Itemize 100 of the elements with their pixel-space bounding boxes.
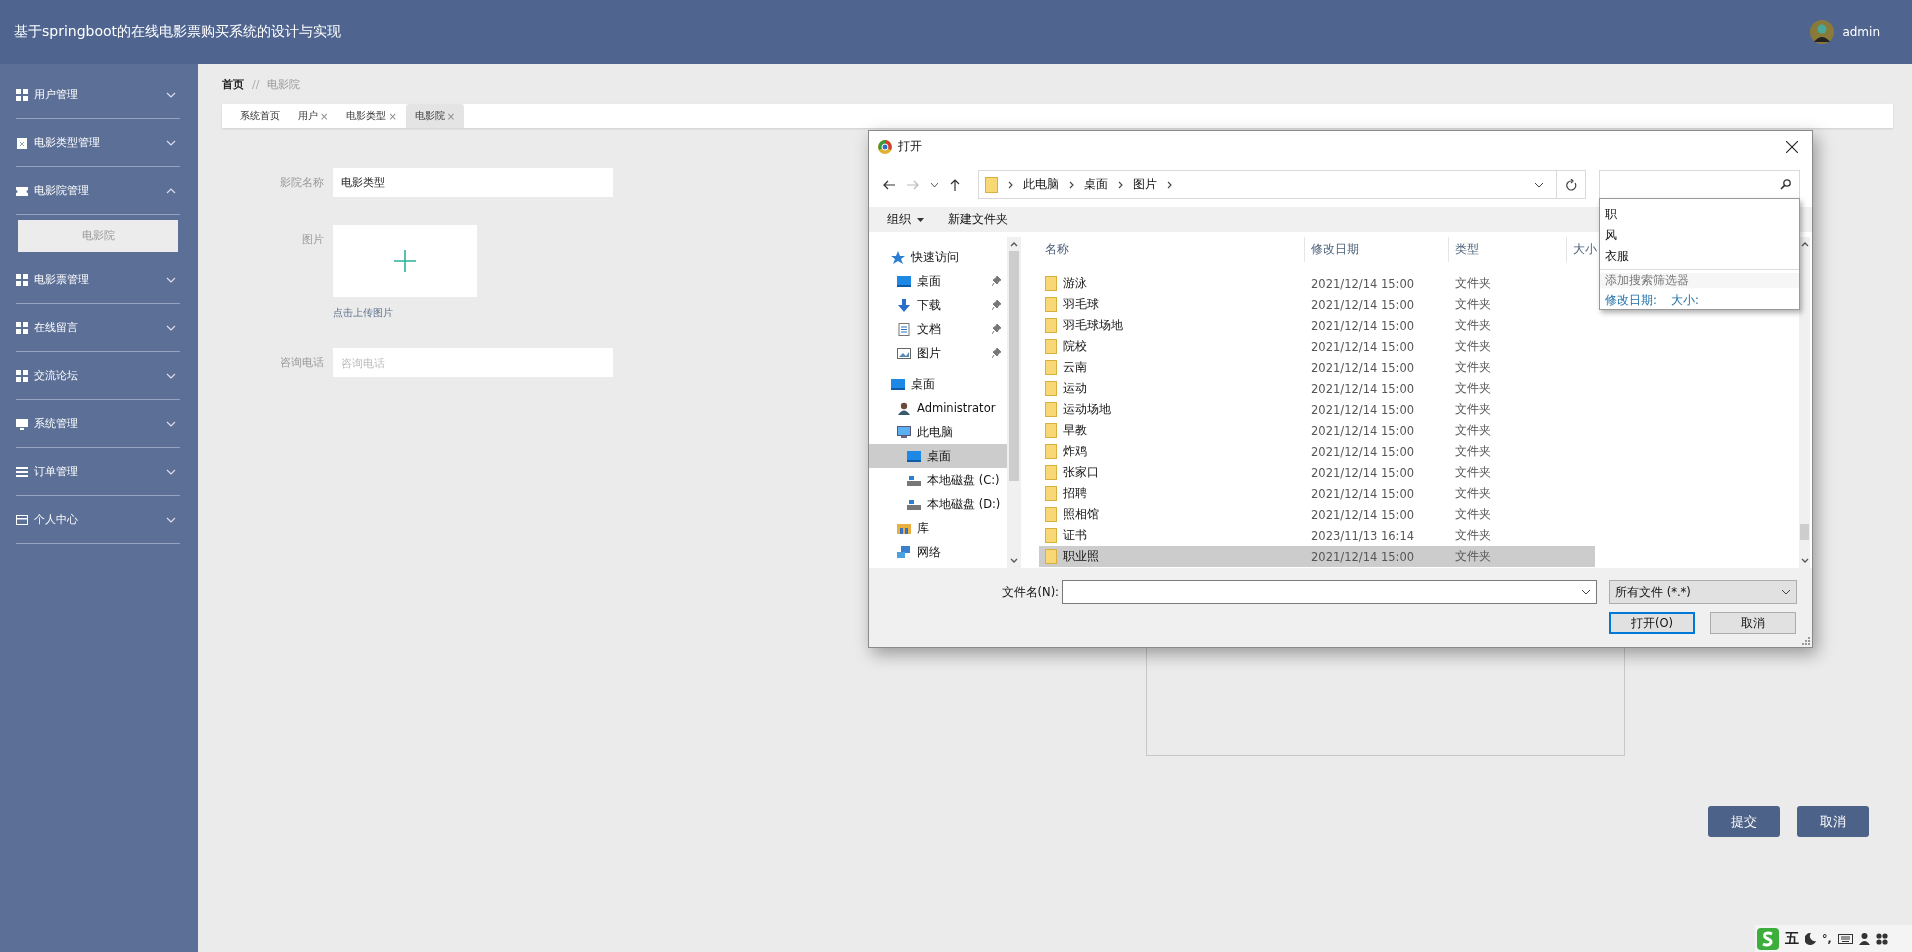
back-icon[interactable] bbox=[883, 179, 895, 190]
column-header[interactable]: 类型 bbox=[1449, 237, 1567, 262]
dropdown-icon[interactable] bbox=[931, 182, 938, 187]
file-row[interactable]: 院校 2021/12/14 15:00 文件夹 bbox=[1039, 336, 1595, 357]
file-type-select[interactable]: 所有文件 (*.*) bbox=[1609, 580, 1797, 604]
close-icon[interactable] bbox=[1786, 140, 1798, 153]
nav-item[interactable]: 本地磁盘 (D:) bbox=[869, 492, 1007, 516]
scroll-up-icon[interactable] bbox=[1800, 242, 1809, 247]
sidebar-item[interactable]: 订单管理 bbox=[16, 448, 180, 496]
column-header[interactable]: 名称 bbox=[1039, 237, 1305, 262]
sidebar-item[interactable]: 在线留言 bbox=[16, 304, 180, 352]
scroll-down-icon[interactable] bbox=[1010, 558, 1018, 563]
filter-link[interactable]: 大小: bbox=[1670, 293, 1699, 308]
cancel-button[interactable]: 取消 bbox=[1710, 612, 1796, 634]
suggestion-item[interactable]: 职 bbox=[1600, 204, 1799, 225]
folder-icon bbox=[1045, 507, 1057, 522]
file-row[interactable]: 运动场地 2021/12/14 15:00 文件夹 bbox=[1039, 399, 1595, 420]
cancel-button[interactable]: 取消 bbox=[1797, 806, 1869, 837]
path-segment[interactable]: 桌面 bbox=[1083, 177, 1108, 192]
nav-item[interactable]: 图片 bbox=[869, 341, 1007, 365]
filter-link[interactable]: 修改日期: bbox=[1605, 293, 1657, 308]
up-icon[interactable] bbox=[950, 178, 960, 191]
avatar-icon[interactable] bbox=[1810, 20, 1835, 44]
nav-item[interactable]: 桌面 bbox=[869, 444, 1007, 468]
folder-icon bbox=[1045, 444, 1057, 459]
dropdown-icon[interactable] bbox=[1534, 181, 1545, 188]
ime-logo-icon[interactable] bbox=[1757, 927, 1779, 950]
file-row[interactable]: 早教 2021/12/14 15:00 文件夹 bbox=[1039, 420, 1595, 441]
file-row[interactable]: 证书 2023/11/13 16:14 文件夹 bbox=[1039, 525, 1595, 546]
filter-heading: 添加搜索筛选器 bbox=[1600, 273, 1799, 288]
chevron-icon[interactable] bbox=[1068, 180, 1074, 189]
chevron-icon[interactable] bbox=[1007, 180, 1013, 189]
tab[interactable]: 系统首页 bbox=[231, 104, 289, 128]
sidebar-item[interactable]: 电影院管理 bbox=[16, 167, 180, 215]
scroll-thumb[interactable] bbox=[1800, 524, 1809, 540]
sidebar-item[interactable]: 系统管理 bbox=[16, 400, 180, 448]
sidebar-item[interactable]: 电影票管理 bbox=[16, 256, 180, 304]
organize-menu[interactable]: 组织 bbox=[887, 212, 924, 227]
menu-icon bbox=[16, 273, 28, 286]
sidebar-item[interactable]: 电影类型管理 bbox=[16, 119, 180, 167]
file-row[interactable]: 照相馆 2021/12/14 15:00 文件夹 bbox=[1039, 504, 1595, 525]
column-header[interactable]: 修改日期 bbox=[1305, 237, 1449, 262]
open-button[interactable]: 打开(O) bbox=[1609, 612, 1695, 634]
folder-icon bbox=[1045, 528, 1057, 543]
chevron-icon bbox=[166, 187, 176, 194]
file-row[interactable]: 招聘 2021/12/14 15:00 文件夹 bbox=[1039, 483, 1595, 504]
tab[interactable]: 用户 × bbox=[289, 104, 338, 128]
chevron-icon[interactable] bbox=[1117, 180, 1123, 189]
nav-item[interactable]: 下载 bbox=[869, 293, 1007, 317]
address-bar[interactable]: 此电脑 桌面 图片 bbox=[977, 170, 1558, 199]
tab[interactable]: 电影类型 × bbox=[337, 104, 406, 128]
nav-item[interactable]: 桌面 bbox=[869, 269, 1007, 293]
nav-item[interactable]: 桌面 bbox=[869, 372, 1007, 396]
path-segment[interactable]: 此电脑 bbox=[1022, 177, 1059, 192]
nav-item[interactable]: 网络 bbox=[869, 540, 1007, 564]
nav-item[interactable]: Administrator bbox=[869, 396, 1007, 420]
keyboard-icon[interactable] bbox=[1837, 933, 1853, 944]
input-mode[interactable]: 五 bbox=[1785, 929, 1799, 948]
file-row[interactable]: 张家口 2021/12/14 15:00 文件夹 bbox=[1039, 462, 1595, 483]
nav-item[interactable]: 快速访问 bbox=[869, 245, 1007, 269]
file-row[interactable]: 炸鸡 2021/12/14 15:00 文件夹 bbox=[1039, 441, 1595, 462]
column-header[interactable]: 大小 bbox=[1567, 237, 1597, 262]
sidebar-item[interactable]: 交流论坛 bbox=[16, 352, 180, 400]
tab[interactable]: 电影院 × bbox=[405, 104, 465, 128]
nav-item[interactable]: 文档 bbox=[869, 317, 1007, 341]
submit-button[interactable]: 提交 bbox=[1708, 806, 1780, 837]
scrollbar[interactable] bbox=[1799, 237, 1810, 568]
resize-grip[interactable] bbox=[1802, 637, 1810, 645]
nav-item[interactable]: 库 bbox=[869, 516, 1007, 540]
scroll-thumb[interactable] bbox=[1009, 251, 1019, 481]
input-field[interactable]: 咨询电话 bbox=[333, 348, 613, 377]
punctuation-mode[interactable]: °, bbox=[1822, 932, 1832, 945]
file-row[interactable]: 职业照 2021/12/14 15:00 文件夹 bbox=[1039, 546, 1595, 567]
nav-item[interactable]: 本地磁盘 (C:) bbox=[869, 468, 1007, 492]
file-row[interactable]: 运动 2021/12/14 15:00 文件夹 bbox=[1039, 378, 1595, 399]
chevron-icon[interactable] bbox=[1166, 180, 1172, 189]
suggestion-item[interactable]: 风 bbox=[1600, 225, 1799, 246]
new-folder-button[interactable]: 新建文件夹 bbox=[948, 212, 1008, 227]
input-field[interactable]: 电影类型 bbox=[333, 168, 613, 197]
suggestion-item[interactable]: 衣服 bbox=[1600, 246, 1799, 267]
nav-item[interactable]: 此电脑 bbox=[869, 420, 1007, 444]
breadcrumb-link[interactable]: 首页 bbox=[222, 76, 244, 92]
scroll-down-icon[interactable] bbox=[1800, 558, 1809, 563]
file-row[interactable]: 云南 2021/12/14 15:00 文件夹 bbox=[1039, 357, 1595, 378]
path-segment[interactable]: 图片 bbox=[1132, 177, 1157, 192]
file-row[interactable]: 游泳 2021/12/14 15:00 文件夹 bbox=[1039, 273, 1595, 294]
file-name-field[interactable] bbox=[1062, 580, 1597, 604]
sidebar-item[interactable]: 个人中心 bbox=[16, 496, 180, 544]
file-row[interactable]: 羽毛球场地 2021/12/14 15:00 文件夹 bbox=[1039, 315, 1595, 336]
nav-icon bbox=[907, 473, 921, 487]
file-type: 文件夹 bbox=[1454, 528, 1492, 543]
user-icon[interactable] bbox=[1858, 932, 1870, 945]
refresh-button[interactable] bbox=[1557, 170, 1587, 199]
scrollbar[interactable] bbox=[1007, 237, 1021, 568]
scroll-up-icon[interactable] bbox=[1010, 242, 1018, 247]
sidebar-item[interactable]: 用户管理 bbox=[16, 71, 180, 119]
user-name[interactable]: admin bbox=[1842, 25, 1880, 39]
moon-icon[interactable] bbox=[1805, 932, 1816, 945]
apps-icon[interactable] bbox=[1875, 932, 1888, 945]
file-row[interactable]: 羽毛球 2021/12/14 15:00 文件夹 bbox=[1039, 294, 1595, 315]
